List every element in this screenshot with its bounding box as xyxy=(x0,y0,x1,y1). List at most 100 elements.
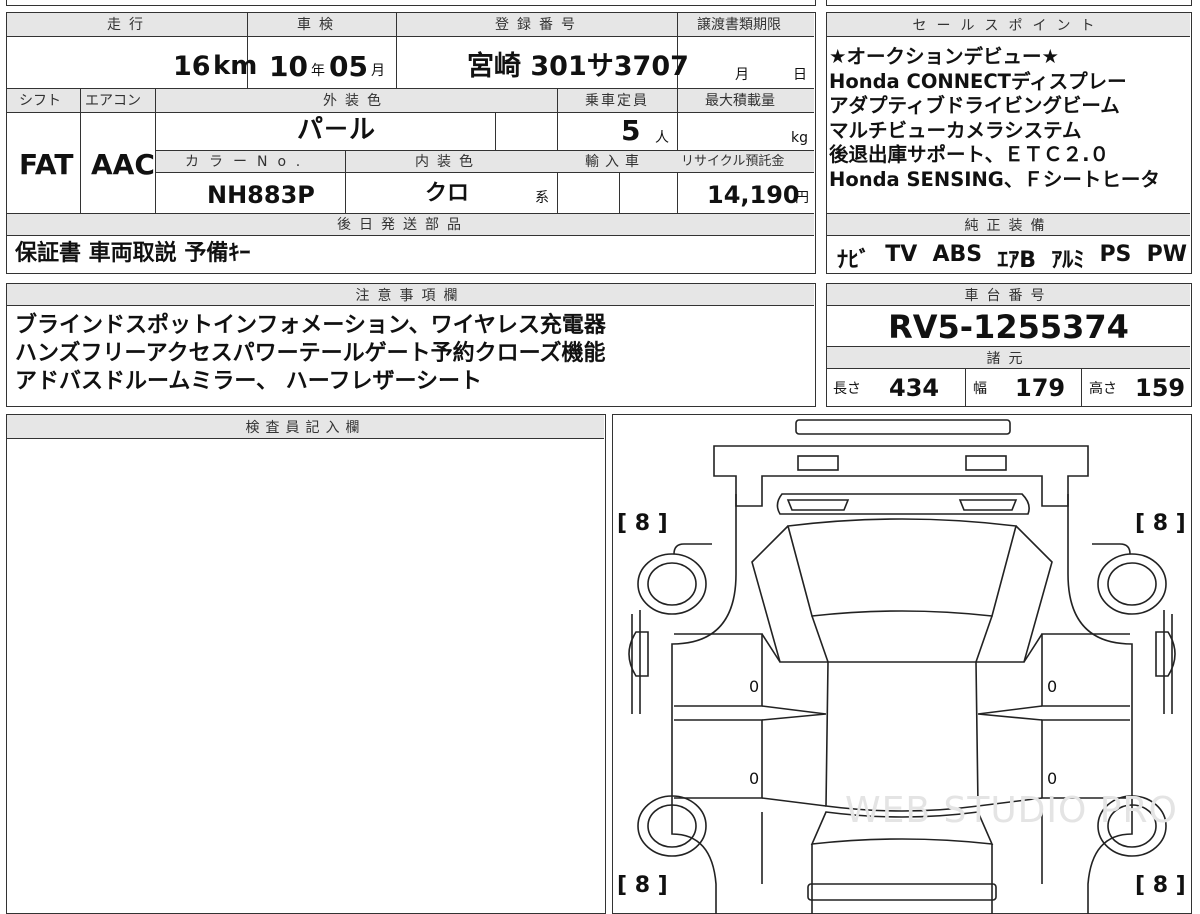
roof xyxy=(824,660,979,812)
door-mark-rear-right: 0 xyxy=(1047,769,1058,788)
length-label: 長さ xyxy=(833,381,861,397)
notes-label: 注意事項欄 xyxy=(355,287,466,304)
wiper-area xyxy=(776,492,1030,515)
capacity-unit: 人 xyxy=(655,130,669,146)
chassis-box: 車台番号 RV5-1255374 諸元 長さ 434 幅 179 高さ 159 xyxy=(826,283,1192,407)
equipment-header: 純正装備 xyxy=(827,214,1190,236)
sales-points-box: セールスポイント ★オークションデビュー★ Honda CONNECTディスプレ… xyxy=(826,12,1192,274)
door-mark-rear-left: 0 xyxy=(749,769,760,788)
inspector-header: 検査員記入欄 xyxy=(7,415,604,439)
chassis-label: 車台番号 xyxy=(964,287,1053,304)
color-no-label: カラーNo. xyxy=(185,154,311,170)
windshield xyxy=(786,517,1017,617)
door-mark-front-right: 0 xyxy=(1047,677,1058,696)
notes-box: 注意事項欄 ブラインドスポットインフォメーション、ワイヤレス充電器 ハンズフリー… xyxy=(6,283,816,407)
aircon-value: AAC xyxy=(91,148,155,181)
width-label: 幅 xyxy=(973,381,987,397)
notes-list: ブラインドスポットインフォメーション、ワイヤレス充電器 ハンズフリーアクセスパワ… xyxy=(15,312,606,396)
max-load-unit: kg xyxy=(791,130,808,146)
equipment-item: ﾅﾋﾞ xyxy=(837,248,871,273)
tire-rear-left-mark: [ 8 ] xyxy=(617,873,668,898)
inspector-box: 検査員記入欄 xyxy=(6,414,606,914)
inspection-month: 05 xyxy=(329,50,368,83)
top-strip-right xyxy=(826,0,1192,6)
tire-front-right-mark: [ 8 ] xyxy=(1135,511,1186,536)
inspection-year-unit: 年 xyxy=(311,63,325,79)
front-bumper-bar xyxy=(794,418,1011,435)
sales-points-list: ★オークションデビュー★ Honda CONNECTディスプレー アダプティブド… xyxy=(829,45,1160,192)
sales-line: ★オークションデビュー★ xyxy=(829,45,1059,68)
transfer-day-unit: 日 xyxy=(793,67,807,83)
sales-points-header: セールスポイント xyxy=(827,13,1190,37)
capacity-label: 乗車定員 xyxy=(585,93,649,109)
mileage-label: 走行 xyxy=(107,17,151,33)
capacity-value: 5 xyxy=(621,114,641,147)
length-value: 434 xyxy=(889,374,940,402)
exterior-color-label: 外装色 xyxy=(323,93,389,109)
aircon-label: エアコン xyxy=(85,93,141,109)
inspector-label: 検査員記入欄 xyxy=(245,419,366,436)
interior-label: 内装色 xyxy=(415,154,481,170)
registration-label: 登録番号 xyxy=(495,17,583,33)
later-parts-label: 後日発送部品 xyxy=(337,217,469,233)
body-left xyxy=(670,493,737,914)
sales-line: マルチビューカメラシステム xyxy=(829,118,1082,142)
height-label: 高さ xyxy=(1089,381,1117,397)
specs-label: 諸元 xyxy=(986,350,1031,367)
specs-header: 諸元 xyxy=(827,347,1190,369)
transfer-label: 譲渡書類期限 xyxy=(697,17,781,33)
tire-rear-right-mark: [ 8 ] xyxy=(1135,873,1186,898)
shift-label: シフト xyxy=(19,93,61,109)
import-label: 輸入車 xyxy=(585,154,645,170)
chassis-number: RV5-1255374 xyxy=(888,308,1129,346)
equipment-item: ｴｱB xyxy=(997,248,1037,273)
color-no-value: NH883P xyxy=(207,181,315,209)
interior-value: クロ xyxy=(425,181,470,206)
sales-line: Honda CONNECTディスプレー xyxy=(829,69,1127,93)
interior-unit: 系 xyxy=(535,190,549,206)
sales-line: 後退出庫サポート、ＥＴＣ２.０ xyxy=(829,143,1110,166)
rear-bumper-bar xyxy=(806,882,997,901)
inspection-month-unit: 月 xyxy=(371,63,385,79)
headlight-right xyxy=(964,454,1007,471)
shift-value: FAT xyxy=(19,148,74,181)
inspection-label: 車検 xyxy=(297,17,341,33)
vehicle-info-table: 走行 車検 登録番号 譲渡書類期限 16 km 10 年 05 月 宮崎 301… xyxy=(6,12,816,274)
equipment-item: TV xyxy=(885,242,918,267)
front-bumper xyxy=(712,444,1089,507)
equipment-label: 純正装備 xyxy=(964,217,1053,234)
inspection-year: 10 xyxy=(269,50,308,83)
car-diagram-box: [ 8 ] [ 8 ] [ 8 ] [ 8 ] 0 0 0 0 WEB STUD… xyxy=(612,414,1192,914)
notes-line: ハンズフリーアクセスパワーテールゲート予約クローズ機能 xyxy=(15,341,606,366)
top-strip xyxy=(6,0,816,6)
chassis-header: 車台番号 xyxy=(827,284,1190,306)
recycle-value: 14,190 xyxy=(707,181,800,209)
sales-points-label: セールスポイント xyxy=(912,17,1105,34)
recycle-unit: 円 xyxy=(795,190,809,206)
width-value: 179 xyxy=(1015,374,1066,402)
equipment-item: ｱﾙﾐ xyxy=(1051,248,1085,273)
equipment-item: ABS xyxy=(932,242,983,267)
sales-line: Honda SENSING、Ｆシートヒータ xyxy=(829,167,1160,191)
max-load-label: 最大積載量 xyxy=(705,93,775,109)
notes-header: 注意事項欄 xyxy=(7,284,814,306)
car-diagram xyxy=(627,418,1176,914)
registration-number: 宮崎 301サ3707 xyxy=(467,51,689,82)
sales-line: アダプティブドライビングビーム xyxy=(829,94,1120,117)
door-mark-front-left: 0 xyxy=(749,677,760,696)
transfer-month-unit: 月 xyxy=(735,67,749,83)
exterior-color-value: パ－ル xyxy=(297,115,376,145)
headlight-left xyxy=(796,454,839,471)
height-value: 159 xyxy=(1135,374,1186,402)
equipment-item: PW xyxy=(1146,242,1187,267)
equipment-item: PS xyxy=(1099,242,1132,267)
recycle-label: リサイクル預託金 xyxy=(681,154,785,169)
tire-front-left-mark: [ 8 ] xyxy=(617,511,668,536)
notes-line: ブラインドスポットインフォメーション、ワイヤレス充電器 xyxy=(15,313,606,338)
body-right xyxy=(1066,493,1133,914)
equipment-list: ﾅﾋﾞ TV ABS ｴｱB ｱﾙﾐ PS PW xyxy=(837,242,1187,274)
later-parts-value: 保証書 車両取説 予備ｷｰ xyxy=(15,241,251,266)
mileage-unit: km xyxy=(213,51,258,81)
mileage-value: 16 xyxy=(173,51,211,82)
watermark: WEB STUDIO PRO xyxy=(845,790,1178,831)
